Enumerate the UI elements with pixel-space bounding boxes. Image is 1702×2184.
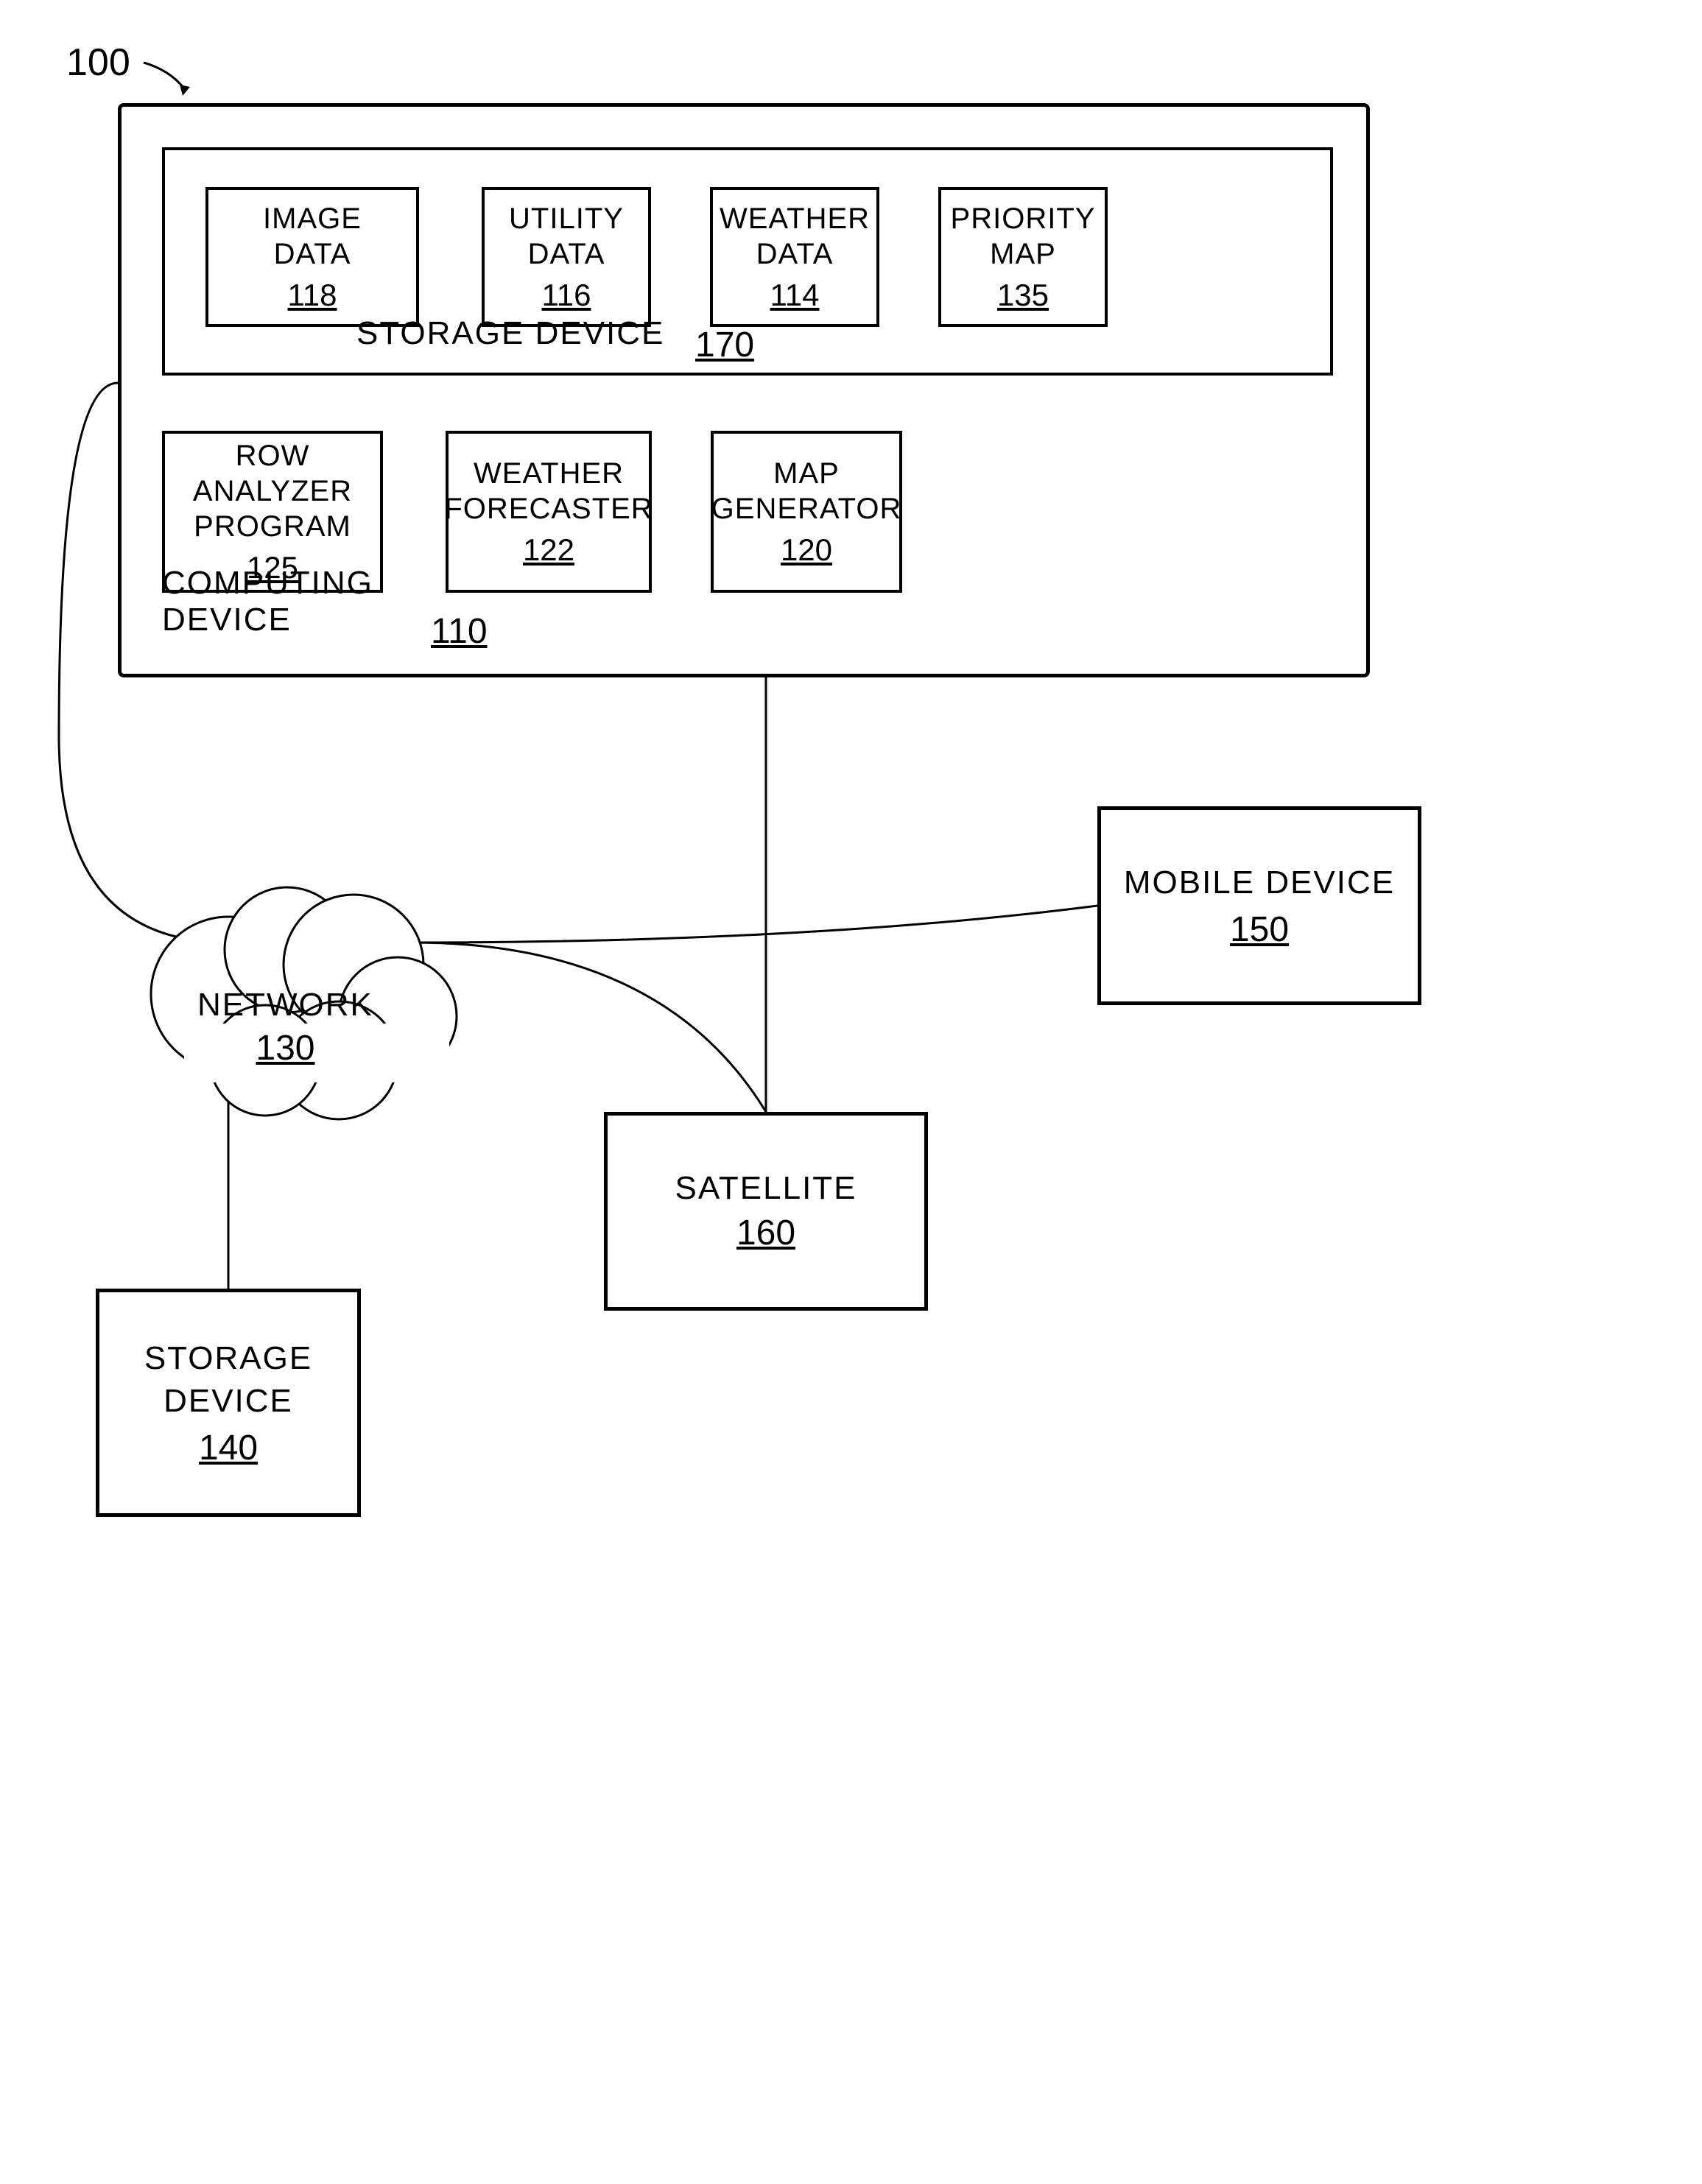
satellite-number: 160 bbox=[736, 1213, 795, 1253]
diagram: 100 IMAGE DATA 118 UTILITYDATA 116 WEATH… bbox=[0, 0, 1702, 2184]
map-generator-label: MAPGENERATOR bbox=[711, 456, 902, 526]
priority-map-box: PRIORITYMAP 135 bbox=[938, 187, 1108, 327]
utility-data-box: UTILITYDATA 116 bbox=[482, 187, 651, 327]
mobile-device-box: MOBILE DEVICE 150 bbox=[1097, 806, 1421, 1005]
storage-device-label: STORAGE DEVICE bbox=[356, 315, 664, 352]
map-generator-box: MAPGENERATOR 120 bbox=[711, 431, 902, 593]
computing-device-outer-box: IMAGE DATA 118 UTILITYDATA 116 WEATHERDA… bbox=[118, 103, 1370, 677]
storage-device-140-number: 140 bbox=[199, 1428, 258, 1468]
mobile-device-label: MOBILE DEVICE bbox=[1124, 862, 1395, 903]
weather-forecaster-box: WEATHERFORECASTER 122 bbox=[446, 431, 652, 593]
weather-data-box: WEATHERDATA 114 bbox=[710, 187, 879, 327]
utility-data-number: 116 bbox=[542, 278, 591, 313]
weather-forecaster-label: WEATHERFORECASTER bbox=[444, 456, 653, 526]
network-label-container: NETWORK 130 bbox=[197, 987, 373, 1068]
weather-forecaster-number: 122 bbox=[523, 532, 574, 568]
computing-device-label: COMPUTINGDEVICE bbox=[162, 565, 373, 638]
satellite-label: SATELLITE bbox=[675, 1170, 857, 1207]
network-label: NETWORK bbox=[197, 987, 373, 1024]
mobile-device-number: 150 bbox=[1230, 909, 1289, 950]
storage-device-box: IMAGE DATA 118 UTILITYDATA 116 WEATHERDA… bbox=[162, 147, 1333, 376]
storage-device-number: 170 bbox=[695, 325, 754, 365]
network-number: 130 bbox=[197, 1028, 373, 1068]
image-data-label: IMAGE DATA bbox=[222, 201, 403, 272]
utility-data-label: UTILITYDATA bbox=[509, 201, 624, 272]
computing-device-number: 110 bbox=[431, 611, 488, 652]
image-data-box: IMAGE DATA 118 bbox=[205, 187, 419, 327]
storage-device-140-box: STORAGEDEVICE 140 bbox=[96, 1289, 361, 1517]
priority-map-number: 135 bbox=[997, 278, 1049, 313]
priority-map-label: PRIORITYMAP bbox=[951, 201, 1096, 272]
row-analyzer-label: ROW ANALYZERPROGRAM bbox=[178, 438, 367, 544]
weather-data-number: 114 bbox=[770, 278, 820, 313]
storage-device-140-label: STORAGEDEVICE bbox=[144, 1337, 312, 1421]
map-generator-number: 120 bbox=[781, 532, 832, 568]
diagram-label: 100 bbox=[66, 40, 130, 85]
image-data-number: 118 bbox=[288, 278, 337, 313]
weather-data-label: WEATHERDATA bbox=[720, 201, 870, 272]
satellite-box: SATELLITE 160 bbox=[604, 1112, 928, 1311]
